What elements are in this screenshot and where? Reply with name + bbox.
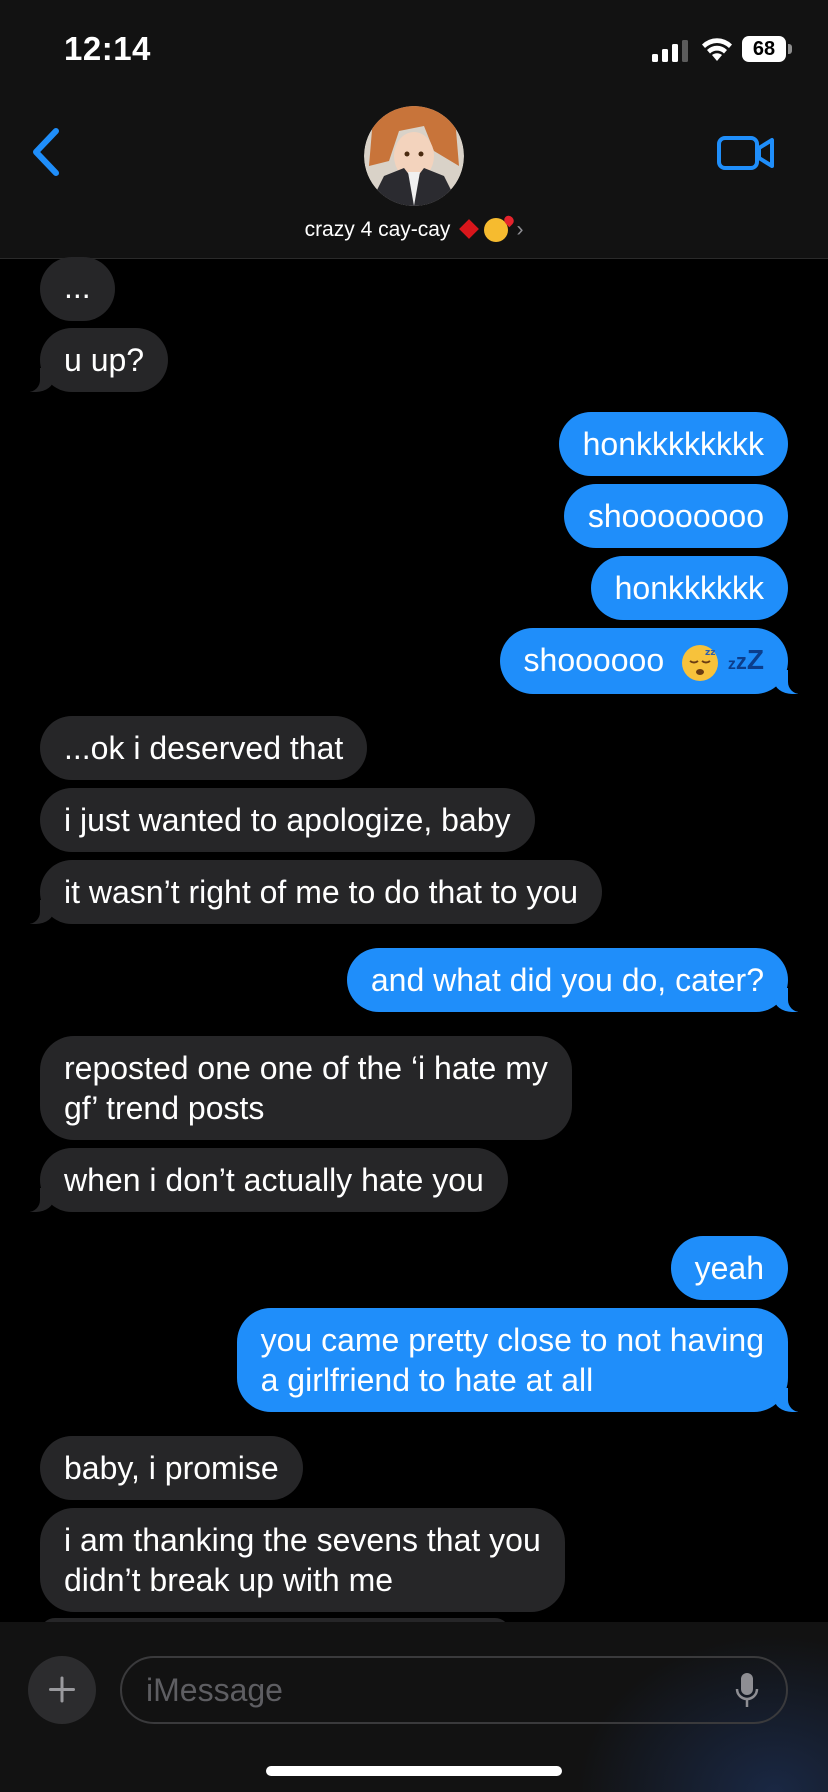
battery-indicator: 68 — [742, 36, 792, 62]
microphone-icon[interactable] — [734, 1672, 760, 1710]
message-outgoing[interactable]: shoooooooo — [563, 484, 788, 548]
kissing-face-icon — [484, 218, 509, 243]
cellular-signal-icon — [652, 40, 688, 62]
message-text-line: a girlfriend to hate at all — [260, 1362, 594, 1398]
svg-text:zz: zz — [705, 648, 715, 658]
message-text: honkkkkkkkk — [582, 426, 764, 462]
status-time: 12:14 — [64, 30, 151, 67]
message-incoming[interactable]: it wasn’t right of me to do that to you — [17, 860, 603, 924]
message-text: yeah — [694, 1250, 764, 1286]
plus-icon[interactable] — [28, 1656, 96, 1724]
message-outgoing[interactable]: and what did you do, cater? — [346, 948, 811, 1012]
message-incoming[interactable]: u up? — [17, 328, 169, 392]
message-text: ...ok i deserved that — [64, 730, 344, 766]
message-outgoing[interactable]: shoooooo zz zzZ — [499, 628, 811, 694]
message-incoming[interactable]: ...ok i deserved that — [40, 716, 368, 780]
wifi-icon — [702, 38, 732, 61]
chevron-left-icon[interactable] — [26, 125, 66, 179]
message-incoming[interactable]: ... — [40, 257, 115, 321]
message-incoming[interactable]: baby, i promise — [40, 1436, 303, 1500]
red-diamond-icon — [459, 219, 480, 240]
message-text: ... — [64, 269, 91, 305]
video-camera-icon[interactable] — [716, 133, 776, 173]
battery-tip — [788, 44, 792, 54]
message-text: shoooooooo — [587, 498, 764, 534]
message-text: u up? — [64, 342, 145, 378]
message-text-line: reposted one one of the ‘i hate my — [64, 1050, 548, 1086]
sleepy-face-icon: zz — [682, 644, 718, 681]
composer-bar: iMessage — [0, 1622, 828, 1792]
home-indicator[interactable] — [266, 1766, 562, 1776]
message-text: shoooooo — [523, 642, 665, 678]
status-bar: 12:14 68 — [0, 0, 828, 100]
message-text: baby, i promise — [64, 1450, 279, 1486]
message-input-placeholder: iMessage — [146, 1672, 283, 1708]
message-incoming[interactable]: reposted one one of the ‘i hate my gf’ t… — [40, 1036, 572, 1140]
avatar[interactable] — [364, 106, 464, 206]
message-text-line: gf’ trend posts — [64, 1090, 265, 1126]
chevron-right-icon: › — [516, 218, 524, 241]
message-incoming[interactable]: i just wanted to apologize, baby — [40, 788, 535, 852]
message-outgoing[interactable]: honkkkkkk — [590, 556, 788, 620]
message-text-line: you came pretty close to not having — [260, 1322, 764, 1358]
message-text-line: didn’t break up with me — [64, 1562, 394, 1598]
message-incoming[interactable]: i am thanking the sevens that you didn’t… — [40, 1508, 565, 1612]
message-outgoing[interactable]: you came pretty close to not having a gi… — [236, 1308, 811, 1412]
message-outgoing[interactable]: yeah — [670, 1236, 788, 1300]
message-outgoing[interactable]: honkkkkkkkk — [558, 412, 788, 476]
message-text: i just wanted to apologize, baby — [64, 802, 511, 838]
message-text: and what did you do, cater? — [370, 962, 764, 998]
message-incoming[interactable]: when i don’t actually hate you — [18, 1148, 508, 1212]
message-text-line: i am thanking the sevens that you — [64, 1522, 541, 1558]
contact-name: crazy 4 cay-cay — [304, 218, 451, 241]
battery-level: 68 — [752, 38, 776, 60]
message-text: it wasn’t right of me to do that to you — [64, 874, 579, 910]
message-text: when i don’t actually hate you — [64, 1162, 484, 1198]
contact-name-row[interactable]: crazy 4 cay-cay › — [0, 218, 828, 243]
message-input[interactable]: iMessage — [120, 1656, 788, 1724]
conversation-header: crazy 4 cay-cay › — [0, 100, 828, 259]
zzz-icon: zzZ — [727, 644, 764, 676]
message-text: honkkkkkk — [614, 570, 764, 606]
